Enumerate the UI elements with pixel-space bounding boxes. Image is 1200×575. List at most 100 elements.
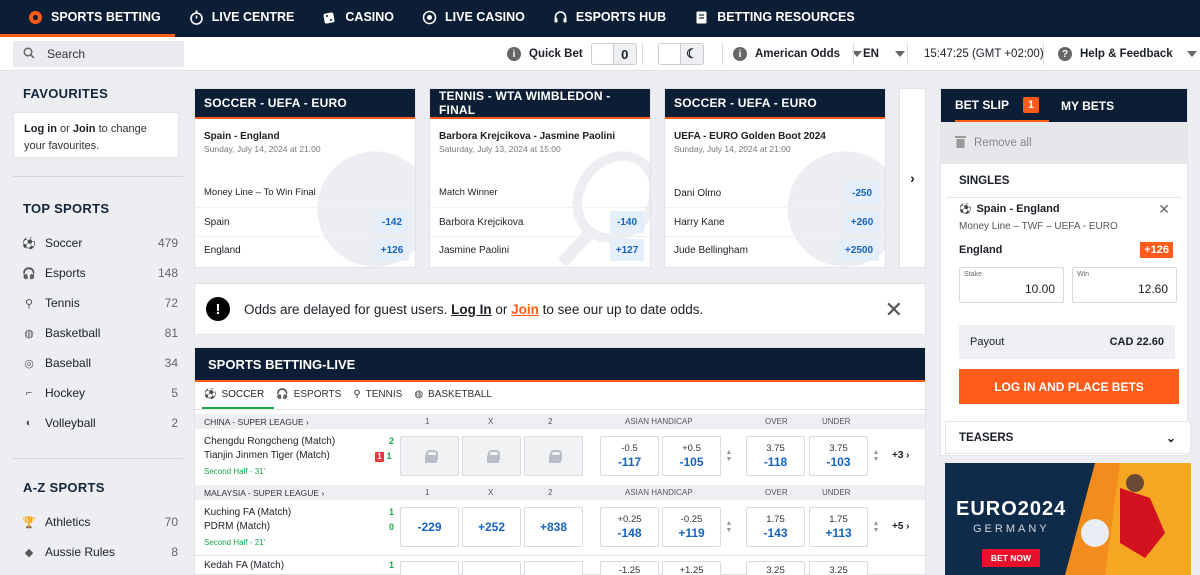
win-label: Win [1077,271,1090,278]
sport-count: 8 [171,545,178,559]
more-markets-link[interactable]: +5 › [892,521,910,532]
match-row[interactable]: Kuching FA (Match) 1 PDRM (Match) 0 Seco… [195,502,925,558]
sport-item-hockey[interactable]: ⌐ Hockey 5 [23,378,178,408]
teasers-accordion[interactable]: TEASERS ⌄ [945,421,1191,454]
quick-bet-toggle[interactable]: 0 [590,43,637,65]
nav-live-casino[interactable]: LIVE CASINO [408,0,539,37]
sport-item-baseball[interactable]: ◎ Baseball 34 [23,348,178,378]
tab-bet-slip[interactable]: BET SLIP 1 [955,89,1050,122]
stake-input[interactable]: Stake 10.00 [959,267,1064,303]
line-switch-icon[interactable]: ▲ ▼ [725,449,733,463]
tab-tennis[interactable]: ⚲ TENNIS [351,382,412,409]
theme-toggle[interactable]: ☾ [658,37,704,71]
odds-button[interactable]: +2500 [839,239,879,261]
nav-casino[interactable]: CASINO [308,0,408,37]
col-header-x: X [488,488,494,497]
match-row[interactable]: Kedah FA (Match) 1 -1.25 +1.25 3.25 3.25 [195,555,925,575]
odds-value: -105 [679,455,704,469]
odds-button[interactable]: -229 [400,507,459,547]
search-input[interactable]: Search [13,41,184,67]
odds-button[interactable]: 1.75 +113 [809,507,868,547]
odds-button[interactable]: -250 [845,182,879,204]
odds-button[interactable] [462,561,521,575]
notice-join-link[interactable]: Join [511,302,539,317]
line-switch-icon[interactable]: ▲ ▼ [872,520,880,534]
tab-esports[interactable]: 🎧 ESPORTS [274,382,351,409]
notice-text: Odds are delayed for guest users. [244,301,452,317]
sport-item-basketball[interactable]: ◍ Basketball 81 [23,318,178,348]
headset-icon: 🎧 [276,389,289,400]
odds-format-select[interactable]: i American Odds [733,37,862,71]
sport-item-aussie-rules[interactable]: ◆ Aussie Rules 8 [23,537,178,567]
euro2024-promo-banner[interactable]: EURO2024 GERMANY BET NOW [945,463,1191,575]
selection-name: Jasmine Paolini [439,244,510,256]
away-team: PDRM (Match) [204,521,271,532]
away-score-area: 1 1 [375,451,392,462]
notice-login-link[interactable]: Log In [451,302,492,317]
sport-item-athletics[interactable]: 🏆 Athletics 70 [22,507,178,537]
odds-button[interactable]: -0.5 -117 [600,436,659,476]
odds-button[interactable]: -0.25 +119 [662,507,721,547]
soccer-ball-icon: ⚽ [22,237,36,250]
login-link[interactable]: Log in [24,123,57,135]
sport-item-soccer[interactable]: ⚽ Soccer 479 [22,228,178,258]
remove-all-button[interactable]: Remove all [941,122,1187,164]
odds-button[interactable]: 3.25 [809,561,868,575]
odds-button[interactable]: +126 [375,239,409,261]
dark-mode-toggle[interactable]: ☾ [658,43,704,65]
win-input[interactable]: Win 12.60 [1072,267,1177,303]
odds-button[interactable]: -1.25 [600,561,659,575]
close-icon[interactable]: ✕ [885,297,903,323]
login-place-bets-button[interactable]: LOG IN AND PLACE BETS [959,369,1179,404]
odds-value: +113 [825,526,852,540]
odds-button[interactable]: +252 [462,507,521,547]
sport-item-esports[interactable]: 🎧 Esports 148 [22,258,178,288]
more-markets-link[interactable]: +3 › [892,450,910,461]
card-market: Money Line – To Win Final [204,187,316,198]
tab-soccer[interactable]: ⚽ SOCCER [202,382,275,409]
nav-sports-betting[interactable]: SPORTS BETTING [0,0,175,37]
clock: 15:47:25 (GMT +02:00) [924,48,1044,60]
odds-button[interactable]: -140 [610,211,644,233]
odds-button[interactable]: 3.25 [746,561,805,575]
line-switch-icon[interactable]: ▲ ▼ [872,449,880,463]
close-icon[interactable]: ✕ [1158,201,1170,218]
nav-betting-resources[interactable]: BETTING RESOURCES [680,0,869,37]
odds-format-value: American Odds [755,48,840,60]
divider [907,43,908,65]
join-link[interactable]: Join [73,123,96,135]
nav-live-centre[interactable]: LIVE CENTRE [175,0,309,37]
featured-card: SOCCER - UEFA - EURO Spain - England Sun… [194,88,416,268]
odds-button[interactable]: +0.5 -105 [662,436,721,476]
col-header-over: OVER [765,417,788,426]
odds-button[interactable]: 3.75 -103 [809,436,868,476]
sport-item-tennis[interactable]: ⚲ Tennis 72 [23,288,178,318]
language-select[interactable]: EN [863,37,905,71]
home-score: 2 [389,436,395,446]
tab-basketball[interactable]: ◍ BASKETBALL [412,382,502,409]
away-team: Tianjin Jinmen Tiger (Match) [204,450,330,461]
league-header[interactable]: MALAYSIA - SUPER LEAGUE › 1 X 2 ASIAN HA… [195,485,925,500]
trash-icon [955,135,966,151]
nav-esports-hub[interactable]: ESPORTS HUB [539,0,680,37]
odds-button[interactable]: 3.75 -118 [746,436,805,476]
odds-button[interactable]: +260 [845,211,879,233]
help-feedback-menu[interactable]: ? Help & Feedback [1058,37,1197,71]
odds-button[interactable]: +127 [610,239,644,261]
league-header[interactable]: CHINA - SUPER LEAGUE › 1 X 2 ASIAN HANDI… [195,414,925,429]
odds-button[interactable]: 1.75 -143 [746,507,805,547]
carousel-next-button[interactable]: › [899,88,926,268]
odds-button[interactable]: +1.25 [662,561,721,575]
handicap-line: 1.75 [766,514,785,525]
odds-button[interactable]: +0.25 -148 [600,507,659,547]
odds-button[interactable]: +838 [524,507,583,547]
odds-button[interactable]: -142 [375,211,409,233]
match-row[interactable]: Chengdu Rongcheng (Match) 2 Tianjin Jinm… [195,431,925,487]
odds-button[interactable] [400,561,459,575]
bet-slip-header: BET SLIP 1 MY BETS [941,89,1187,122]
tab-my-bets[interactable]: MY BETS [1061,99,1114,113]
sport-item-volleyball[interactable]: ◐ Volleyball 2 [23,408,178,438]
odds-button[interactable] [524,561,583,575]
line-switch-icon[interactable]: ▲ ▼ [725,520,733,534]
bet-now-button[interactable]: BET NOW [982,549,1040,567]
